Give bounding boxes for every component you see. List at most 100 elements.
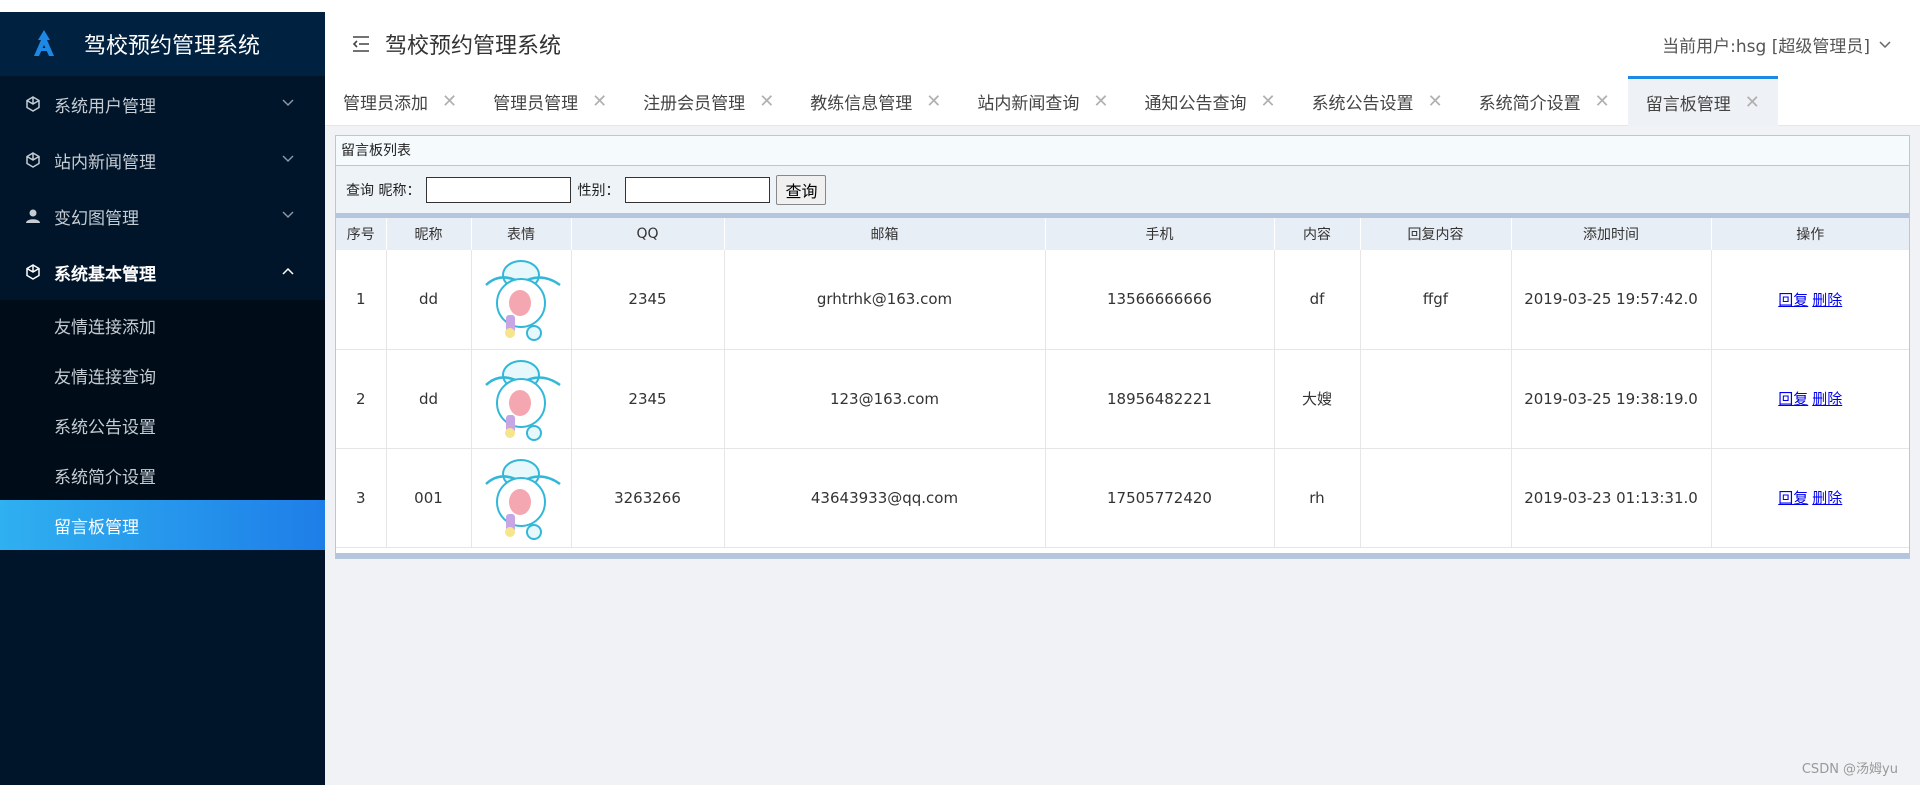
tab-label: 站内新闻查询 <box>977 93 1080 114</box>
search-button[interactable]: 查询 <box>776 174 827 205</box>
nickname-input[interactable] <box>426 176 572 203</box>
cell-phone: 17505772420 <box>1045 448 1275 548</box>
submenu-item-intro-settings[interactable]: 系统简介设置 <box>0 450 325 500</box>
search-bar: 查询 昵称： 性别： 查询 <box>336 166 1909 218</box>
tab-label: 通知公告查询 <box>1144 93 1247 114</box>
close-icon[interactable]: ✕ <box>759 91 774 112</box>
cell-qq: 3263266 <box>571 448 725 548</box>
watermark: CSDN @汤姆yu <box>1801 762 1898 777</box>
tab-label: 教练信息管理 <box>810 93 913 114</box>
tab-admin-add[interactable]: 管理员添加 ✕ <box>325 76 475 126</box>
panel-bottom-bar <box>336 553 1909 558</box>
tab-label: 留言板管理 <box>1645 95 1731 115</box>
close-icon[interactable]: ✕ <box>442 91 457 112</box>
tab-label: 系统公告设置 <box>1311 93 1414 114</box>
cell-qq: 2345 <box>571 349 725 449</box>
tab-member-management[interactable]: 注册会员管理 ✕ <box>625 76 792 126</box>
cell-phone: 13566666666 <box>1045 250 1275 350</box>
close-icon[interactable]: ✕ <box>926 91 941 112</box>
col-header: 手机 <box>1045 218 1275 250</box>
tab-coach-management[interactable]: 教练信息管理 ✕ <box>792 76 959 126</box>
emoji-image <box>485 359 561 441</box>
cell-reply <box>1360 349 1512 449</box>
close-icon[interactable]: ✕ <box>1093 91 1108 112</box>
submenu-item-notice-settings[interactable]: 系统公告设置 <box>0 400 325 450</box>
search-nickname-label: 查询 昵称： <box>346 182 421 199</box>
tab-system-intro-settings[interactable]: 系统简介设置 ✕ <box>1461 76 1628 126</box>
delete-link[interactable]: 删除 <box>1812 390 1842 408</box>
cube-icon <box>24 263 42 281</box>
col-header: 操作 <box>1711 218 1909 250</box>
close-icon[interactable]: ✕ <box>1260 91 1275 112</box>
close-icon[interactable]: ✕ <box>1428 91 1443 112</box>
submenu-item-link-add[interactable]: 友情连接添加 <box>0 300 325 350</box>
submenu-item-link-query[interactable]: 友情连接查询 <box>0 350 325 400</box>
sidebar: 驾校预约管理系统 系统用户管理 站内新闻管理 变幻图管理 系统基本管理 友情连接… <box>0 12 325 785</box>
user-icon <box>24 207 42 225</box>
cell-emoji <box>471 448 572 548</box>
cell-nickname: dd <box>386 250 472 350</box>
submenu-item-message-board[interactable]: 留言板管理 <box>0 500 325 550</box>
logo-icon <box>34 30 54 56</box>
delete-link[interactable]: 删除 <box>1812 489 1842 507</box>
chevron-down-icon <box>282 211 294 219</box>
menu-carousel-management[interactable]: 变幻图管理 <box>0 188 325 244</box>
menu-fold-icon[interactable] <box>351 34 371 54</box>
cell-email: 123@163.com <box>724 349 1046 449</box>
cell-nickname: 001 <box>386 448 472 548</box>
tab-news-query[interactable]: 站内新闻查询 ✕ <box>959 76 1126 126</box>
user-menu[interactable]: 当前用户:hsg [超级管理员] <box>1662 32 1892 57</box>
message-board-panel: 留言板列表 查询 昵称： 性别： 查询 序号 昵称 表情 QQ 邮箱 手机 内容… <box>335 135 1910 559</box>
menu-system-user-management[interactable]: 系统用户管理 <box>0 76 325 132</box>
cell-reply <box>1360 448 1512 548</box>
cell-no: 1 <box>336 250 387 350</box>
menu-label: 变幻图管理 <box>54 208 139 229</box>
close-icon[interactable]: ✕ <box>1595 91 1610 112</box>
menu-label: 系统用户管理 <box>54 96 156 117</box>
tab-system-notice-settings[interactable]: 系统公告设置 ✕ <box>1294 76 1461 126</box>
cell-content: 大嫂 <box>1274 349 1361 449</box>
reply-link[interactable]: 回复 <box>1778 489 1808 507</box>
menu-system-basic-management[interactable]: 系统基本管理 <box>0 244 325 300</box>
col-header: QQ <box>571 218 725 250</box>
cell-ops: 回复 删除 <box>1711 349 1909 449</box>
reply-link[interactable]: 回复 <box>1778 390 1808 408</box>
top-strip <box>0 0 1920 12</box>
cell-qq: 2345 <box>571 250 725 350</box>
col-header: 表情 <box>471 218 572 250</box>
header: 驾校预约管理系统 当前用户:hsg [超级管理员] <box>325 12 1920 76</box>
chevron-down-icon <box>1879 40 1891 48</box>
reply-link[interactable]: 回复 <box>1778 291 1808 309</box>
cell-nickname: dd <box>386 349 472 449</box>
cell-time: 2019-03-25 19:57:42.0 <box>1511 250 1712 350</box>
table-header-row: 序号 昵称 表情 QQ 邮箱 手机 内容 回复内容 添加时间 操作 <box>336 218 1909 250</box>
tab-label: 管理员管理 <box>493 93 579 114</box>
cell-ops: 回复 删除 <box>1711 448 1909 548</box>
menu-news-management[interactable]: 站内新闻管理 <box>0 132 325 188</box>
tab-notice-query[interactable]: 通知公告查询 ✕ <box>1126 76 1293 126</box>
submenu: 友情连接添加 友情连接查询 系统公告设置 系统简介设置 留言板管理 <box>0 300 325 550</box>
tab-message-board[interactable]: 留言板管理 ✕ <box>1627 76 1778 126</box>
delete-link[interactable]: 删除 <box>1812 291 1842 309</box>
tab-admin-management[interactable]: 管理员管理 ✕ <box>475 76 625 126</box>
col-header: 内容 <box>1274 218 1361 250</box>
cell-phone: 18956482221 <box>1045 349 1275 449</box>
close-icon[interactable]: ✕ <box>592 91 607 112</box>
cell-content: rh <box>1274 448 1361 548</box>
tab-label: 系统简介设置 <box>1478 93 1581 114</box>
col-header: 昵称 <box>386 218 472 250</box>
emoji-image <box>485 260 561 342</box>
search-gender-label: 性别： <box>577 182 620 199</box>
menu-label: 站内新闻管理 <box>54 152 156 173</box>
cube-icon <box>24 95 42 113</box>
table-row: 3 001 3263266 43643933@qq.com 1750577242… <box>336 448 1909 548</box>
current-user-label: 当前用户:hsg [超级管理员] <box>1662 37 1870 57</box>
cell-time: 2019-03-23 01:13:31.0 <box>1511 448 1712 548</box>
tab-label: 管理员添加 <box>343 93 428 114</box>
app-title: 驾校预约管理系统 <box>84 34 261 59</box>
tab-label: 注册会员管理 <box>643 93 746 114</box>
chevron-down-icon <box>282 155 294 163</box>
close-icon[interactable]: ✕ <box>1745 92 1760 113</box>
chevron-down-icon <box>282 99 294 107</box>
gender-input[interactable] <box>625 176 771 203</box>
